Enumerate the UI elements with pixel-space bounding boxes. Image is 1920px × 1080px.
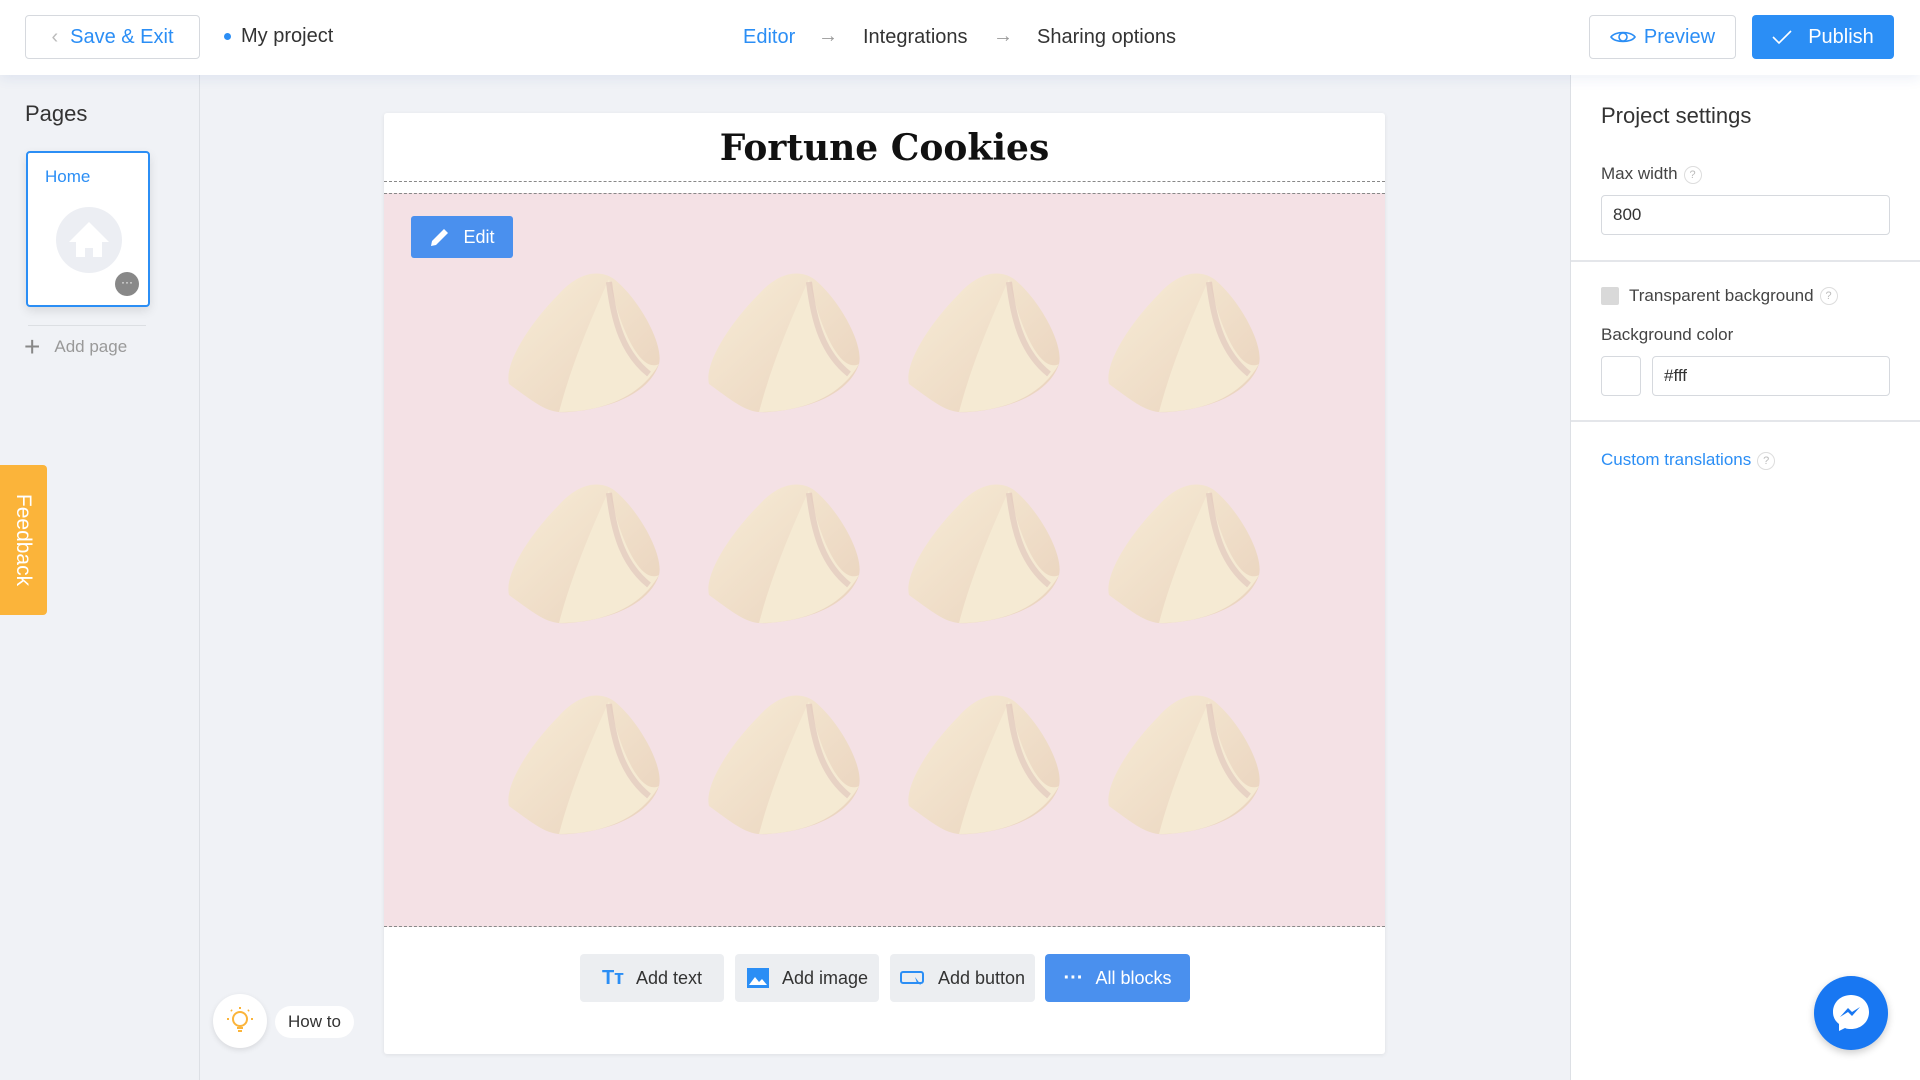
- cookie-grid: [499, 264, 1279, 894]
- help-icon[interactable]: ?: [1683, 165, 1702, 184]
- fortune-cookie-image: [699, 686, 899, 897]
- fortune-cookie-image: [499, 686, 699, 897]
- all-blocks-button[interactable]: ··· All blocks: [1045, 954, 1190, 1002]
- all-blocks-label: All blocks: [1095, 967, 1172, 988]
- fortune-cookie-image: [1099, 686, 1299, 897]
- pages-title: Pages: [25, 101, 88, 126]
- add-button-label: Add button: [937, 967, 1026, 988]
- page-more-icon[interactable]: ···: [115, 272, 139, 296]
- add-page-label: Add page: [54, 337, 128, 356]
- chevron-left-icon: ‹: [51, 25, 59, 48]
- page-canvas: Fortune Cookies Edit Tт Add text Add ima…: [384, 113, 1385, 1054]
- step-editor[interactable]: Editor: [743, 26, 795, 49]
- project-name-label: My project: [241, 25, 334, 47]
- publish-button[interactable]: Publish: [1752, 15, 1894, 59]
- max-width-input[interactable]: 800: [1601, 195, 1890, 235]
- home-icon: [56, 207, 122, 273]
- max-width-label: Max width?: [1601, 164, 1702, 184]
- bg-color-label: Background color: [1601, 325, 1734, 344]
- edit-button[interactable]: Edit: [411, 216, 513, 258]
- lightbulb-icon: [227, 1007, 253, 1032]
- fortune-cookie-image: [899, 475, 1099, 686]
- add-button-button[interactable]: Add button: [890, 954, 1035, 1002]
- feedback-label: Feedback: [12, 493, 36, 587]
- add-page-button[interactable]: + Add page: [24, 331, 127, 363]
- messenger-icon: [1833, 995, 1869, 1031]
- fortune-cookie-image: [1099, 475, 1299, 686]
- preview-label: Preview: [1643, 25, 1716, 48]
- step-integrations[interactable]: Integrations: [863, 26, 968, 49]
- text-icon: Tт: [601, 966, 624, 989]
- custom-translations-link[interactable]: Custom translations?: [1601, 450, 1776, 470]
- step-sharing-options[interactable]: Sharing options: [1037, 26, 1176, 49]
- fortune-cookie-image: [499, 264, 699, 475]
- eye-icon: [1609, 31, 1636, 43]
- publish-label: Publish: [1808, 25, 1874, 48]
- page-card-home[interactable]: Home ···: [26, 151, 150, 307]
- messenger-button[interactable]: [1814, 976, 1888, 1050]
- project-settings-panel: Project settings Max width? 800 Transpar…: [1570, 75, 1920, 1080]
- canvas-title[interactable]: Fortune Cookies: [384, 127, 1385, 169]
- custom-translations-label: Custom translations: [1601, 450, 1752, 469]
- more-dots-icon: ···: [1063, 966, 1084, 989]
- arrow-right-icon: →: [993, 25, 1013, 47]
- how-to-label[interactable]: How to: [275, 1006, 354, 1038]
- arrow-right-icon: →: [818, 25, 838, 47]
- fortune-cookie-image: [899, 264, 1099, 475]
- add-text-label: Add text: [635, 967, 703, 988]
- fortune-cookie-image: [899, 686, 1099, 897]
- transparent-checkbox[interactable]: [1601, 287, 1619, 305]
- project-name[interactable]: My project: [224, 25, 333, 48]
- help-icon[interactable]: ?: [1757, 451, 1776, 470]
- image-block[interactable]: Edit: [384, 193, 1385, 927]
- check-icon: [1772, 30, 1792, 45]
- button-icon: [899, 971, 924, 985]
- divider: [28, 325, 146, 326]
- divider: [1571, 260, 1920, 262]
- feedback-tab[interactable]: Feedback: [0, 465, 47, 615]
- status-dot-icon: [224, 33, 231, 40]
- bg-color-swatch[interactable]: [1601, 356, 1641, 396]
- add-text-button[interactable]: Tт Add text: [580, 954, 724, 1002]
- fortune-cookie-image: [1099, 264, 1299, 475]
- edit-label: Edit: [463, 226, 495, 247]
- plus-icon: +: [24, 331, 41, 362]
- image-icon: [746, 968, 769, 988]
- save-exit-label: Save & Exit: [70, 25, 174, 48]
- bg-color-input[interactable]: #fff: [1652, 356, 1890, 396]
- help-icon[interactable]: ?: [1819, 287, 1838, 305]
- transparent-background-row[interactable]: Transparent background?: [1601, 286, 1838, 306]
- pencil-icon: [431, 229, 449, 246]
- top-bar: ‹ Save & Exit My project Editor → Integr…: [0, 0, 1920, 75]
- preview-button[interactable]: Preview: [1589, 15, 1736, 59]
- add-image-label: Add image: [781, 967, 869, 988]
- divider: [1571, 420, 1920, 422]
- fortune-cookie-image: [699, 264, 899, 475]
- fortune-cookie-image: [699, 475, 899, 686]
- add-image-button[interactable]: Add image: [735, 954, 879, 1002]
- block-divider: [384, 181, 1385, 182]
- max-width-text: Max width: [1601, 164, 1678, 183]
- transparent-label: Transparent background: [1629, 286, 1814, 305]
- settings-title: Project settings: [1601, 103, 1752, 128]
- fortune-cookie-image: [499, 475, 699, 686]
- page-label: Home: [45, 167, 91, 186]
- save-exit-button[interactable]: ‹ Save & Exit: [25, 15, 200, 59]
- how-to-button[interactable]: [213, 994, 267, 1048]
